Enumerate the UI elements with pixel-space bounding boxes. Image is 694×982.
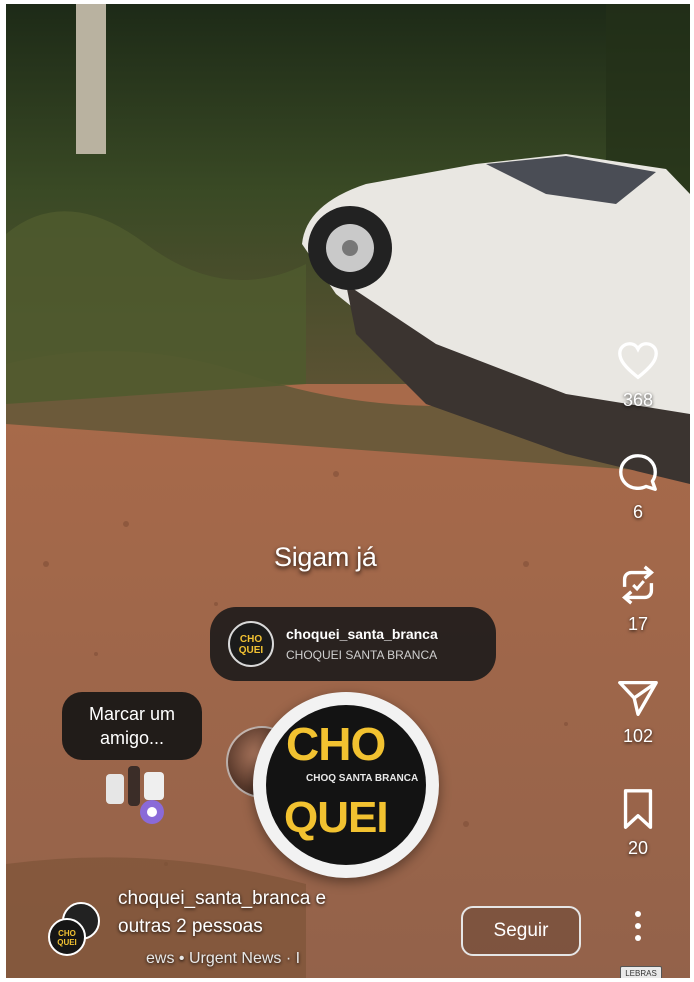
save-count: 20 <box>627 838 649 858</box>
mention-handle: choquei_santa_branca <box>286 626 438 642</box>
share-button[interactable]: 102 <box>606 674 670 747</box>
repost-count: 17 <box>627 614 649 634</box>
author-name[interactable]: choquei_santa_branca e <box>118 888 326 910</box>
comment-button[interactable]: 6 <box>606 450 670 523</box>
music-label[interactable]: ews • Urgent News · I <box>146 950 300 968</box>
logo-inner: CHO CHOQ SANTA BRANCA QUEI <box>266 705 426 865</box>
more-icon[interactable] <box>628 908 648 944</box>
logo-line2: QUEI <box>284 793 389 842</box>
corner-badge: LEBRAS <box>620 966 662 978</box>
author-others[interactable]: outras 2 pessoas <box>118 916 263 938</box>
share-count: 102 <box>622 726 654 746</box>
choquei-logo-sticker[interactable]: CHO CHOQ SANTA BRANCA QUEI <box>253 692 439 878</box>
share-icon <box>618 680 658 716</box>
repost-icon <box>622 565 654 605</box>
mention-sticker[interactable]: CHO QUEI choquei_santa_branca CHOQUEI SA… <box>210 607 496 681</box>
post-caption: Sigam já <box>274 542 377 572</box>
heart-icon <box>618 342 658 380</box>
like-button[interactable]: 368 <box>606 338 670 411</box>
like-count: 368 <box>622 390 654 410</box>
repost-button[interactable]: 17 <box>606 562 670 635</box>
comment-icon <box>619 454 657 491</box>
bookmark-icon <box>623 789 653 829</box>
mention-avatar: CHO QUEI <box>228 621 274 667</box>
tag-friend-bubble[interactable]: Marcar um amigo... <box>62 692 202 760</box>
mention-display-name: CHOQUEI SANTA BRANCA <box>286 648 438 662</box>
author-avatar[interactable]: CHO QUEI <box>48 918 86 956</box>
comment-count: 6 <box>632 502 643 522</box>
logo-subtext: CHOQ SANTA BRANCA <box>306 773 419 784</box>
reel-frame: 368 6 17 102 20 Sigam já CHO QUEI choque… <box>6 4 690 978</box>
people-sticker <box>106 766 164 824</box>
logo-line1: CHO <box>286 718 386 770</box>
follow-button[interactable]: Seguir <box>461 906 581 956</box>
save-button[interactable]: 20 <box>606 786 670 859</box>
